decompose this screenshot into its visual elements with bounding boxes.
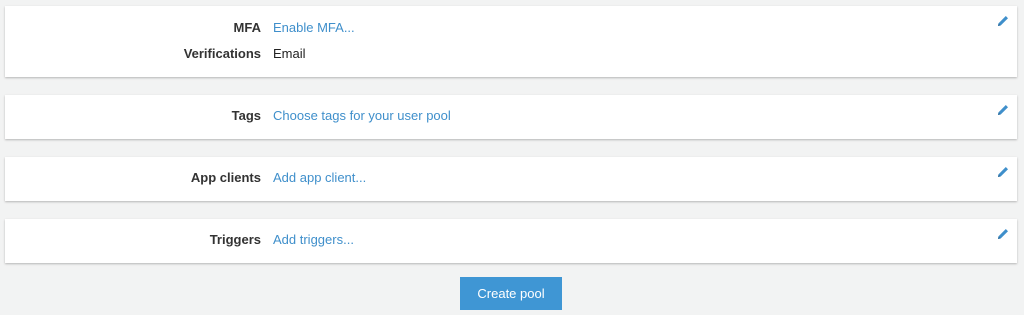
add-triggers-link[interactable]: Add triggers... xyxy=(273,231,354,249)
create-pool-button[interactable]: Create pool xyxy=(460,277,562,310)
triggers-label: Triggers xyxy=(209,232,261,247)
verifications-value: Email xyxy=(273,46,306,61)
app-clients-row: App clients Add app client... xyxy=(5,169,1017,187)
pencil-icon[interactable] xyxy=(996,103,1010,117)
tags-label: Tags xyxy=(231,108,261,123)
triggers-card: Triggers Add triggers... xyxy=(5,219,1017,263)
mfa-verifications-card: MFA Enable MFA... Verifications Email xyxy=(5,6,1017,77)
choose-tags-link[interactable]: Choose tags for your user pool xyxy=(273,107,451,125)
enable-mfa-link[interactable]: Enable MFA... xyxy=(273,19,355,37)
tags-row: Tags Choose tags for your user pool xyxy=(5,107,1017,125)
mfa-label: MFA xyxy=(233,20,261,35)
tags-card: Tags Choose tags for your user pool xyxy=(5,95,1017,139)
verifications-row: Verifications Email xyxy=(5,45,1017,63)
triggers-row: Triggers Add triggers... xyxy=(5,231,1017,249)
pencil-icon[interactable] xyxy=(996,227,1010,241)
app-clients-card: App clients Add app client... xyxy=(5,157,1017,201)
app-clients-label: App clients xyxy=(190,170,261,185)
pencil-icon[interactable] xyxy=(996,165,1010,179)
verifications-label: Verifications xyxy=(183,46,261,61)
add-app-client-link[interactable]: Add app client... xyxy=(273,169,366,187)
pencil-icon[interactable] xyxy=(996,14,1010,28)
mfa-row: MFA Enable MFA... xyxy=(5,19,1017,37)
